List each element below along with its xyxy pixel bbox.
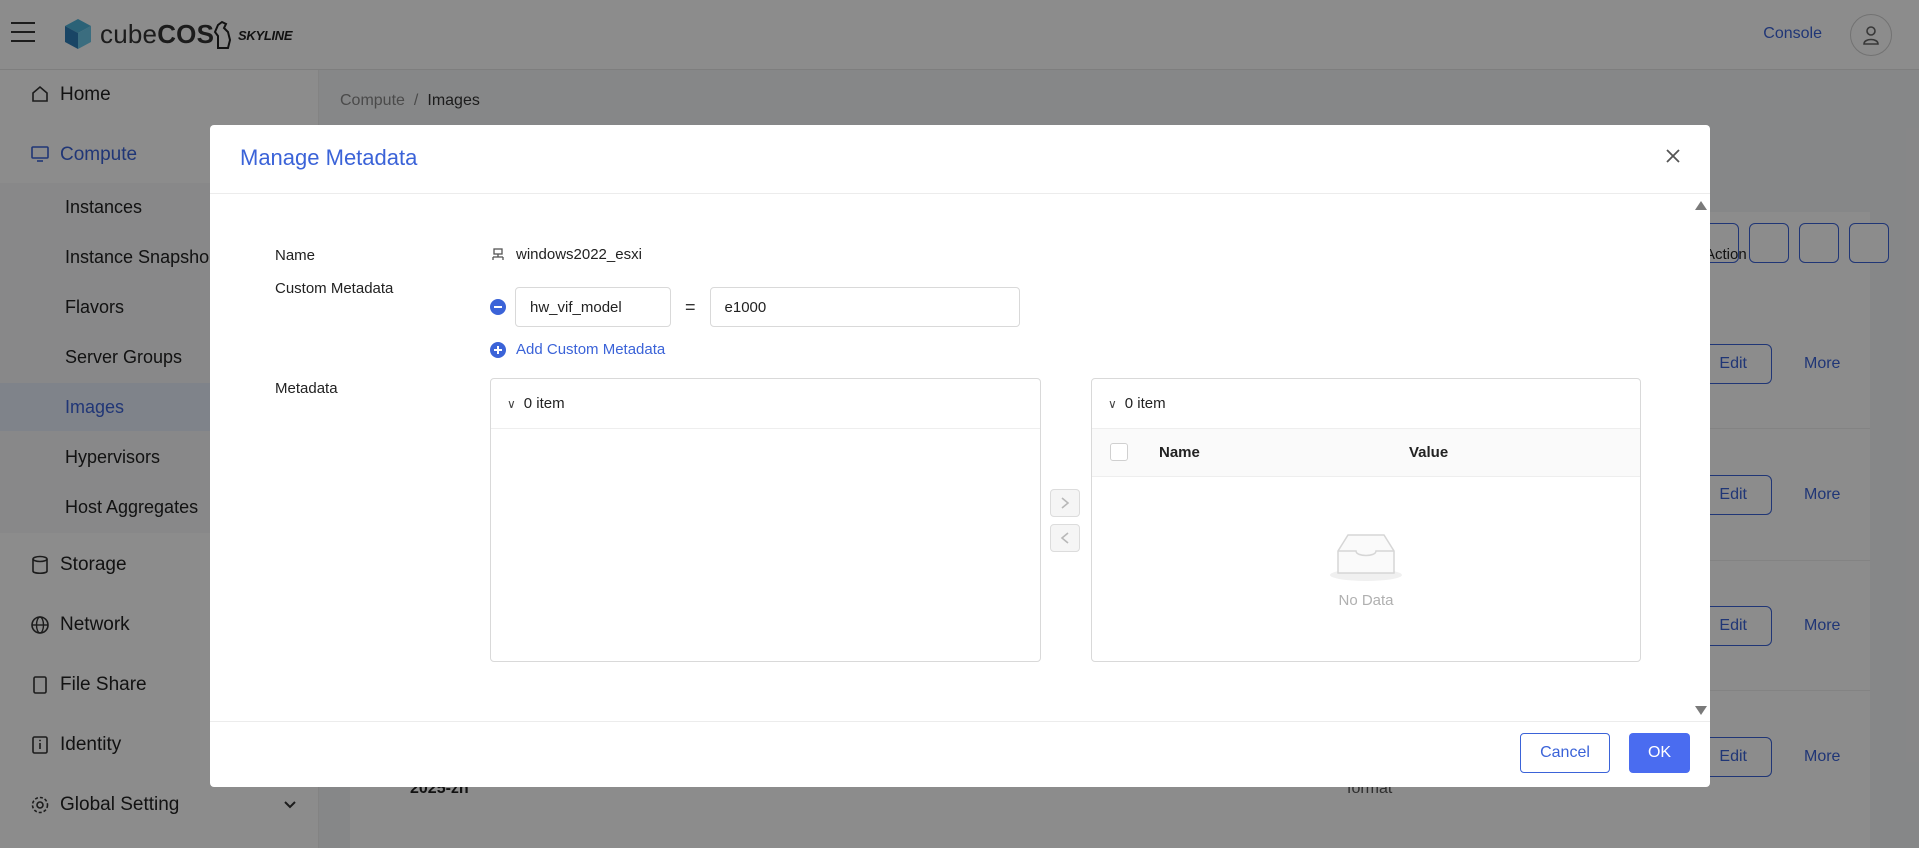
modal-body: Name windows2022_esxi Custom Metadata = … xyxy=(210,195,1710,721)
metadata-selected-list: ∨ 0 item Name Value No Data xyxy=(1091,378,1641,662)
selected-list-header[interactable]: ∨ 0 item xyxy=(1092,379,1640,429)
selected-table-header: Name Value xyxy=(1092,429,1640,477)
modal-header: Manage Metadata xyxy=(210,125,1710,194)
scroll-down-arrow[interactable] xyxy=(1695,706,1707,715)
custom-metadata-row: = xyxy=(490,287,1020,327)
metadata-available-list: ∨ 0 item xyxy=(490,378,1041,662)
add-custom-metadata-button[interactable]: Add Custom Metadata xyxy=(490,341,665,358)
available-list-header[interactable]: ∨ 0 item xyxy=(491,379,1040,429)
equals-sign: = xyxy=(685,296,696,317)
manage-metadata-modal: Manage Metadata Name windows2022_esxi Cu… xyxy=(210,125,1710,787)
metadata-label: Metadata xyxy=(275,380,338,397)
modal-footer: Cancel OK xyxy=(210,721,1710,787)
modal-title: Manage Metadata xyxy=(240,145,418,170)
metadata-key-input[interactable] xyxy=(515,287,671,327)
move-right-button[interactable] xyxy=(1050,489,1080,517)
item-count: 0 item xyxy=(1124,395,1166,412)
image-name-text: windows2022_esxi xyxy=(516,246,642,263)
name-label: Name xyxy=(275,247,316,264)
empty-inbox-icon xyxy=(1330,534,1402,581)
chevron-down-icon: ∨ xyxy=(1108,396,1117,411)
scroll-up-arrow[interactable] xyxy=(1695,201,1707,210)
metadata-value-input[interactable] xyxy=(709,287,1020,327)
close-icon[interactable] xyxy=(1662,145,1684,167)
chevron-left-icon xyxy=(1060,532,1069,544)
column-header-name: Name xyxy=(1159,444,1200,461)
empty-state-text: No Data xyxy=(1338,592,1394,609)
image-icon xyxy=(492,247,504,260)
item-count: 0 item xyxy=(523,395,565,412)
remove-metadata-button[interactable] xyxy=(490,299,506,315)
plus-circle-icon xyxy=(490,341,506,358)
cancel-button[interactable]: Cancel xyxy=(1520,733,1610,773)
ok-button[interactable]: OK xyxy=(1629,733,1690,773)
column-header-value: Value xyxy=(1409,444,1449,461)
chevron-right-icon xyxy=(1061,497,1070,509)
select-all-checkbox[interactable] xyxy=(1110,443,1128,461)
chevron-down-icon: ∨ xyxy=(507,396,516,411)
custom-metadata-label: Custom Metadata xyxy=(275,280,394,297)
empty-state: No Data xyxy=(1092,529,1640,609)
image-name-value: windows2022_esxi xyxy=(490,246,642,263)
add-custom-metadata-label: Add Custom Metadata xyxy=(516,341,666,358)
move-left-button[interactable] xyxy=(1050,524,1080,552)
